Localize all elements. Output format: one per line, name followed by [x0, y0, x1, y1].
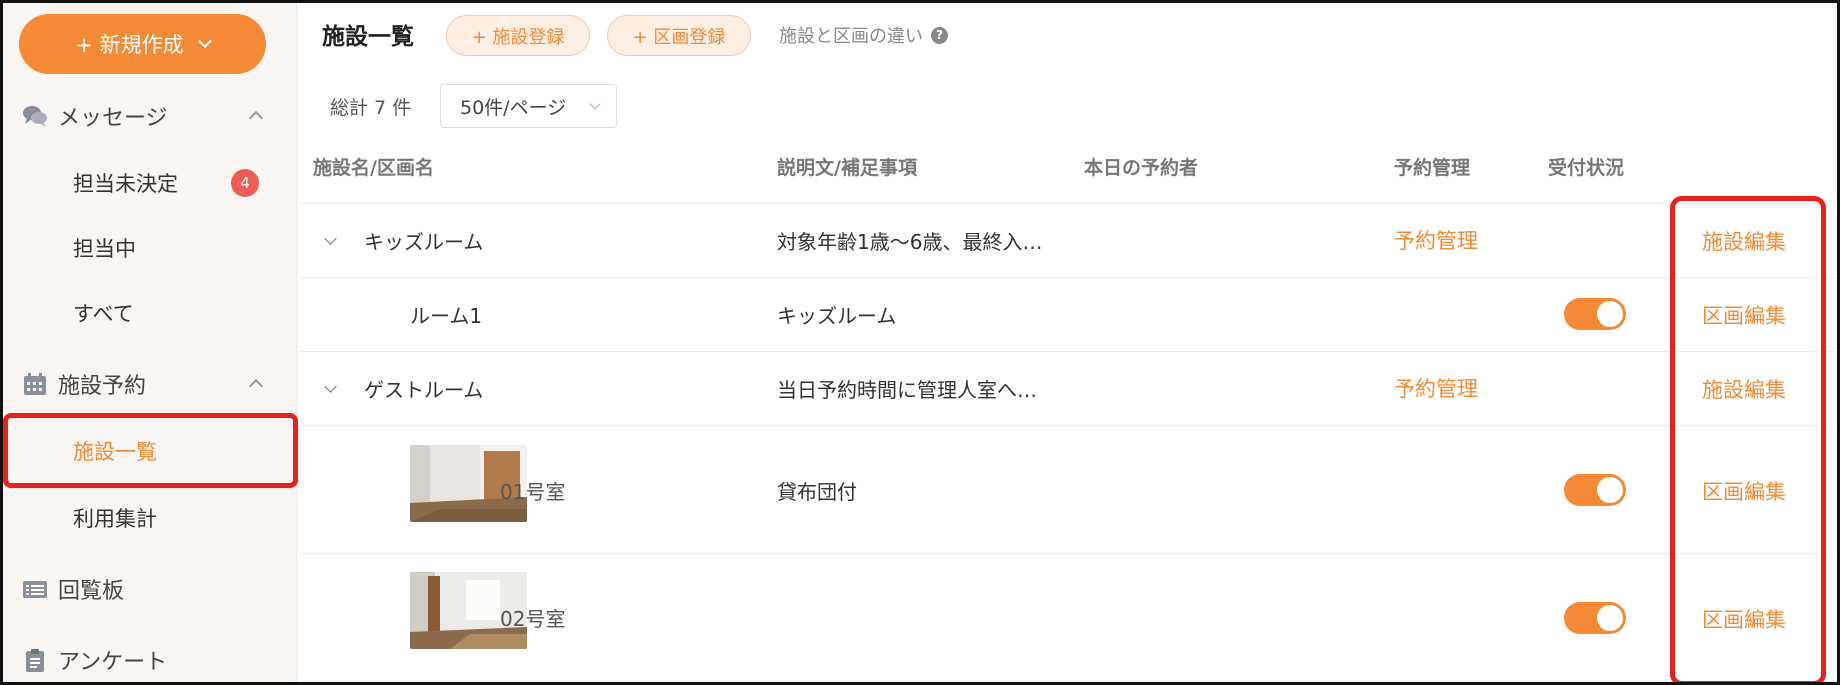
sidebar-item-label: 利用集計	[73, 507, 157, 531]
bulletin-board-icon	[23, 581, 47, 598]
nav-group-facility-reservation[interactable]: 施設予約	[0, 356, 297, 412]
column-header-reservation-manage: 予約管理	[1394, 157, 1471, 179]
highlight-box-edit-actions	[1670, 196, 1826, 685]
sidebar: + 新規作成 メッセージ 担当未決定 4 担当中 すべて 施設予約 施設一覧 利…	[0, 0, 297, 685]
table-row: 02号室 区画編集	[298, 553, 1837, 685]
total-count: 総計 7 件	[330, 97, 412, 119]
table-row: 01号室 貸布団付 区画編集	[298, 425, 1837, 553]
column-header-description: 説明文/補足事項	[777, 157, 917, 179]
chevron-down-icon[interactable]	[324, 232, 337, 245]
add-section-button[interactable]: + 区画登録	[607, 15, 751, 56]
column-header-accepting-status: 受付状況	[1548, 157, 1625, 179]
facility-name: キッズルーム	[364, 230, 484, 254]
column-header-today-reservers: 本日の予約者	[1084, 157, 1199, 179]
question-icon: ?	[931, 26, 948, 44]
page-title: 施設一覧	[322, 24, 414, 50]
accepting-toggle[interactable]	[1564, 602, 1626, 634]
row-description: 貸布団付	[777, 480, 857, 504]
sidebar-item-all[interactable]: すべて	[0, 284, 297, 342]
nav-group-messages[interactable]: メッセージ	[0, 88, 297, 144]
nav-group-bulletin[interactable]: 回覧板	[0, 561, 297, 617]
sidebar-item-assigned[interactable]: 担当中	[0, 219, 297, 277]
calendar-icon	[24, 373, 46, 395]
column-header-name: 施設名/区画名	[313, 157, 434, 179]
table-row: キッズルーム 対象年齢1歳〜6歳、最終入… 予約管理 施設編集	[298, 203, 1837, 277]
table-row: ルーム1 キッズルーム 区画編集	[298, 277, 1837, 351]
unread-count-badge: 4	[231, 169, 259, 197]
nav-group-survey[interactable]: アンケート	[0, 632, 297, 685]
section-name: 02号室	[500, 607, 566, 631]
chevron-up-icon	[248, 378, 264, 394]
reservation-manage-link[interactable]: 予約管理	[1394, 373, 1478, 403]
main-content: 施設一覧 + 施設登録 + 区画登録 施設と区画の違い ? 総計 7 件 50件…	[298, 0, 1837, 685]
nav-group-messages-label: メッセージ	[58, 106, 168, 131]
highlight-box-facility-list	[3, 413, 298, 488]
reservation-manage-link[interactable]: 予約管理	[1394, 225, 1478, 255]
new-create-button[interactable]: + 新規作成	[19, 14, 266, 74]
facility-section-help-link[interactable]: 施設と区画の違い ?	[779, 22, 948, 48]
row-description: 当日予約時間に管理人室へ…	[777, 378, 1037, 402]
nav-group-facility-label: 施設予約	[58, 374, 147, 399]
row-description: 対象年齢1歳〜6歳、最終入…	[777, 230, 1043, 254]
chevron-down-icon	[197, 33, 212, 49]
sidebar-item-unassigned[interactable]: 担当未決定 4	[0, 154, 297, 212]
section-name: ルーム1	[410, 304, 483, 328]
per-page-select[interactable]: 50件/ページ	[440, 84, 617, 128]
sidebar-item-label: すべて	[73, 302, 134, 326]
new-create-label: + 新規作成	[75, 33, 184, 57]
chevron-up-icon	[248, 110, 264, 126]
section-name: 01号室	[500, 480, 566, 504]
nav-group-survey-label: アンケート	[58, 650, 168, 675]
sidebar-item-usage-summary[interactable]: 利用集計	[0, 489, 297, 547]
table-row: ゲストルーム 当日予約時間に管理人室へ… 予約管理 施設編集	[298, 351, 1837, 425]
chevron-down-icon[interactable]	[324, 380, 337, 393]
accepting-toggle[interactable]	[1564, 298, 1626, 330]
row-description: キッズルーム	[777, 304, 897, 328]
clipboard-icon	[26, 649, 44, 672]
per-page-value: 50件/ページ	[460, 96, 567, 119]
sidebar-item-label: 担当未決定	[73, 172, 178, 196]
chat-bubbles-icon	[23, 106, 47, 127]
nav-group-bulletin-label: 回覧板	[58, 579, 125, 604]
add-facility-button[interactable]: + 施設登録	[446, 15, 590, 56]
sidebar-item-label: 担当中	[73, 237, 136, 261]
facility-name: ゲストルーム	[364, 378, 484, 402]
help-link-label: 施設と区画の違い	[779, 26, 923, 47]
accepting-toggle[interactable]	[1564, 474, 1626, 506]
chevron-down-icon	[589, 98, 601, 110]
